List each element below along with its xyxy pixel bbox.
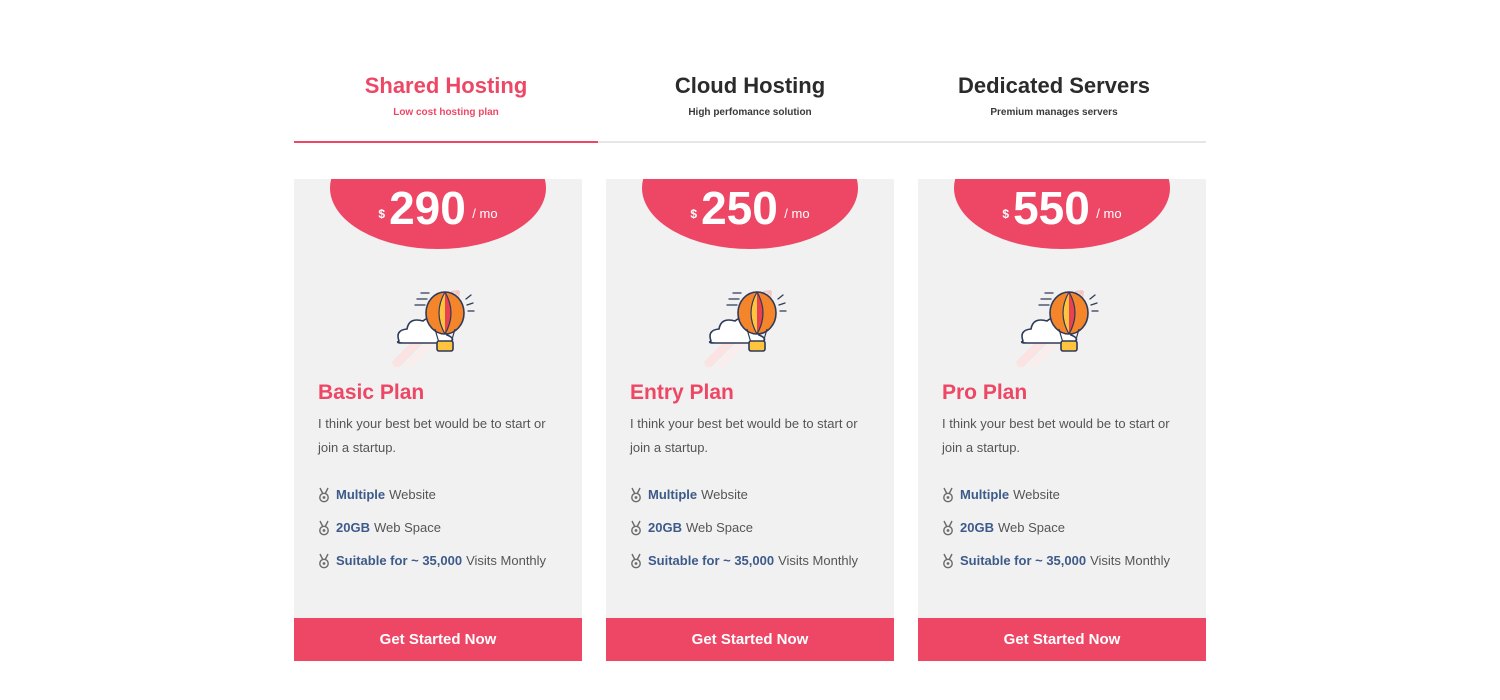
feature-text: Visits Monthly: [778, 553, 859, 568]
feature-text: Website: [701, 487, 748, 502]
hosting-tabs: Shared Hosting Low cost hosting plan Clo…: [294, 0, 1206, 143]
pricing-card-pro: $550 / mo Pro Plan I think your best bet…: [918, 179, 1206, 661]
feature-highlight: Suitable for ~ 35,000: [960, 553, 1087, 568]
tab-shared-hosting[interactable]: Shared Hosting Low cost hosting plan: [294, 0, 598, 143]
currency-symbol: $: [690, 207, 698, 221]
feature-text: Visits Monthly: [1090, 553, 1171, 568]
hot-air-balloon-icon: [387, 283, 487, 367]
feature-item: Suitable for ~ 35,000 Visits Monthly: [630, 551, 858, 584]
medal-icon: [942, 553, 954, 569]
feature-item: 20GB Web Space: [318, 518, 546, 551]
feature-highlight: Multiple: [336, 487, 386, 502]
feature-text: Visits Monthly: [466, 553, 547, 568]
tab-title: Shared Hosting: [364, 73, 528, 98]
get-started-button[interactable]: Get Started Now: [294, 618, 582, 661]
feature-highlight: Suitable for ~ 35,000: [336, 553, 463, 568]
feature-highlight: 20GB: [960, 520, 994, 535]
price-amount: 250: [701, 182, 778, 234]
price-amount: 290: [389, 182, 466, 234]
medal-icon: [630, 553, 642, 569]
medal-icon: [630, 520, 642, 536]
get-started-button[interactable]: Get Started Now: [918, 618, 1206, 661]
feature-item: Multiple Website: [630, 485, 858, 518]
plan-description: I think your best bet would be to start …: [630, 416, 858, 455]
feature-list: Multiple Website 20GB Web Space Suitable…: [318, 485, 546, 584]
tab-cloud-hosting[interactable]: Cloud Hosting High perfomance solution: [598, 0, 902, 141]
pricing-cards: $290 / mo Basic Plan I think your best b…: [294, 179, 1206, 661]
price-period: / mo: [1096, 206, 1122, 221]
feature-highlight: Suitable for ~ 35,000: [648, 553, 775, 568]
price: $250 / mo: [642, 179, 858, 239]
feature-text: Website: [1013, 487, 1060, 502]
feature-text: Web Space: [685, 520, 753, 535]
plan-description: I think your best bet would be to start …: [942, 416, 1170, 455]
tab-subtitle: Premium manages servers: [990, 107, 1118, 118]
plan-name: Pro Plan: [942, 381, 1028, 404]
feature-highlight: Multiple: [960, 487, 1010, 502]
tab-subtitle: High perfomance solution: [688, 107, 812, 118]
tab-subtitle: Low cost hosting plan: [393, 107, 499, 118]
feature-item: 20GB Web Space: [630, 518, 858, 551]
feature-item: Suitable for ~ 35,000 Visits Monthly: [942, 551, 1170, 584]
feature-text: Website: [389, 487, 436, 502]
price-period: / mo: [784, 206, 810, 221]
feature-item: 20GB Web Space: [942, 518, 1170, 551]
pricing-card-entry: $250 / mo Entry Plan I think your best b…: [606, 179, 894, 661]
plan-name: Entry Plan: [630, 381, 734, 404]
feature-item: Suitable for ~ 35,000 Visits Monthly: [318, 551, 546, 584]
medal-icon: [318, 553, 330, 569]
feature-text: Web Space: [997, 520, 1065, 535]
price: $290 / mo: [330, 179, 546, 239]
medal-icon: [942, 520, 954, 536]
pricing-card-basic: $290 / mo Basic Plan I think your best b…: [294, 179, 582, 661]
plan-name: Basic Plan: [318, 381, 425, 404]
feature-highlight: 20GB: [336, 520, 370, 535]
hot-air-balloon-icon: [1011, 283, 1111, 367]
get-started-button[interactable]: Get Started Now: [606, 618, 894, 661]
plan-description: I think your best bet would be to start …: [318, 416, 546, 455]
feature-item: Multiple Website: [942, 485, 1170, 518]
feature-list: Multiple Website 20GB Web Space Suitable…: [942, 485, 1170, 584]
price: $550 / mo: [954, 179, 1170, 239]
hot-air-balloon-icon: [699, 283, 799, 367]
currency-symbol: $: [1002, 207, 1010, 221]
tab-title: Dedicated Servers: [958, 73, 1150, 98]
feature-item: Multiple Website: [318, 485, 546, 518]
tab-title: Cloud Hosting: [674, 73, 826, 98]
currency-symbol: $: [378, 207, 386, 221]
medal-icon: [318, 520, 330, 536]
feature-highlight: Multiple: [648, 487, 698, 502]
feature-text: Web Space: [373, 520, 441, 535]
feature-list: Multiple Website 20GB Web Space Suitable…: [630, 485, 858, 584]
price-period: / mo: [472, 206, 498, 221]
medal-icon: [630, 487, 642, 503]
medal-icon: [318, 487, 330, 503]
feature-highlight: 20GB: [648, 520, 682, 535]
price-amount: 550: [1013, 182, 1090, 234]
medal-icon: [942, 487, 954, 503]
tab-dedicated-servers[interactable]: Dedicated Servers Premium manages server…: [902, 0, 1206, 141]
